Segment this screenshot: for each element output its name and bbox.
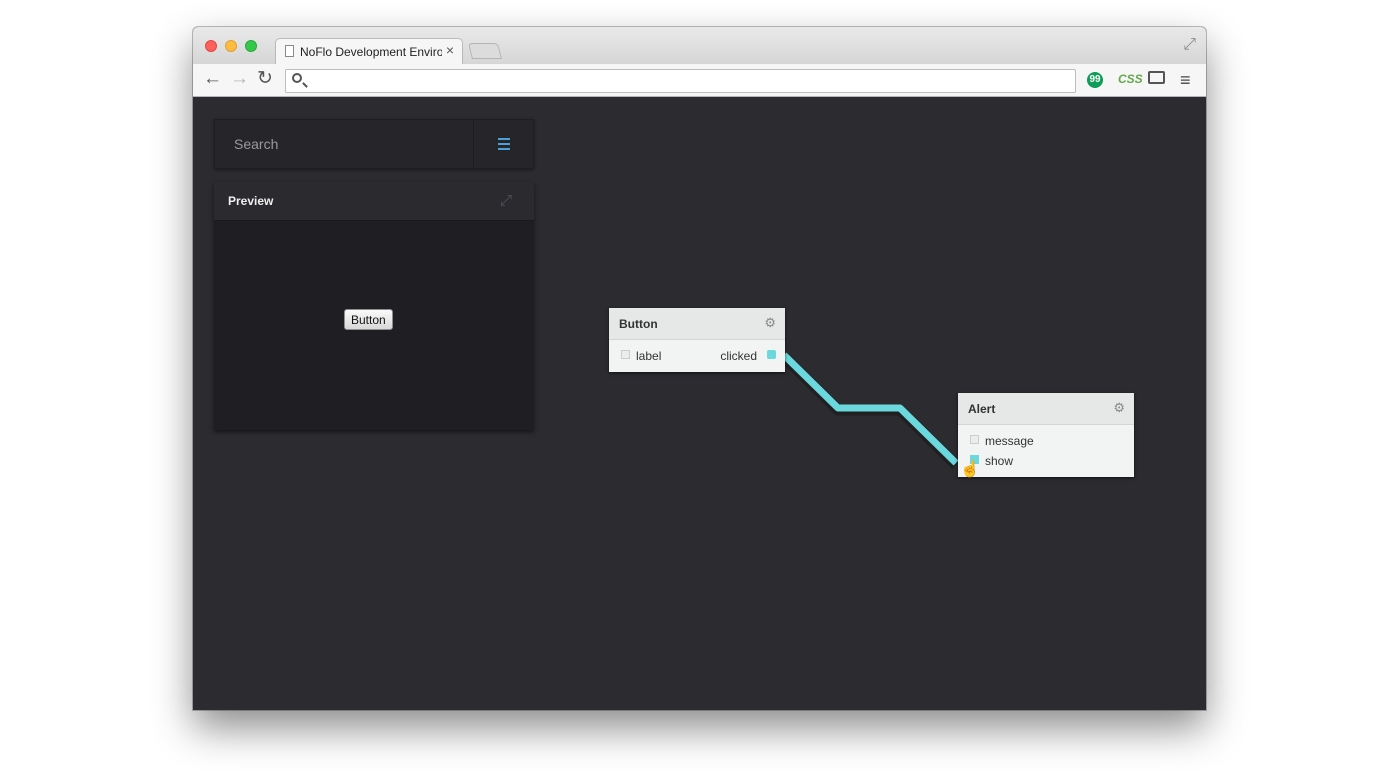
- inport-label: label: [636, 349, 662, 363]
- new-tab-button[interactable]: [468, 43, 502, 59]
- outport-clicked-handle[interactable]: [767, 350, 776, 359]
- outport-label: clicked: [720, 349, 757, 363]
- port-row: label clicked: [609, 346, 785, 366]
- node-ports: label clicked: [609, 340, 785, 372]
- node-alert[interactable]: Alert ⚙ message show: [958, 393, 1134, 477]
- preview-button[interactable]: Button: [344, 309, 393, 330]
- node-button[interactable]: Button ⚙ label clicked: [609, 308, 785, 372]
- expand-icon[interactable]: ⤢: [500, 192, 512, 209]
- inport-message-handle[interactable]: [970, 435, 979, 444]
- node-ports: message show: [958, 425, 1134, 477]
- preview-panel: Preview ⤢ Button: [214, 182, 534, 430]
- tab-close-icon[interactable]: ×: [446, 42, 454, 58]
- minimize-window-button[interactable]: [225, 40, 237, 52]
- reload-icon[interactable]: ↻: [257, 67, 273, 91]
- preview-title: Preview: [228, 194, 274, 208]
- browser-menu-icon[interactable]: ≡: [1180, 70, 1191, 91]
- gear-icon[interactable]: ⚙: [1113, 400, 1125, 416]
- zoom-window-button[interactable]: [245, 40, 257, 52]
- hand-cursor-icon: ☝: [960, 461, 980, 478]
- back-arrow-icon[interactable]: ←: [203, 67, 222, 91]
- preview-header: Preview ⤢: [214, 182, 534, 221]
- node-header[interactable]: Button ⚙: [609, 308, 785, 340]
- menu-button[interactable]: [473, 120, 533, 168]
- search-icon: [292, 73, 302, 83]
- hamburger-icon: [498, 148, 510, 150]
- close-window-button[interactable]: [205, 40, 217, 52]
- inport-label: show: [985, 454, 1014, 468]
- node-title: Button: [619, 317, 658, 331]
- hamburger-icon: [498, 143, 510, 145]
- port-row: show: [958, 451, 1134, 471]
- inport-label-handle[interactable]: [621, 350, 630, 359]
- cast-icon[interactable]: [1148, 71, 1165, 84]
- search-panel: [214, 119, 534, 169]
- hangouts-extension-icon[interactable]: 99: [1087, 72, 1103, 88]
- address-bar[interactable]: [285, 69, 1076, 93]
- browser-toolbar: ← → ↻ 99 CSS ≡: [193, 64, 1206, 97]
- page-icon: [285, 45, 294, 57]
- title-bar: NoFlo Development Environment × ⤢: [193, 27, 1206, 65]
- browser-window: NoFlo Development Environment × ⤢ ← → ↻ …: [193, 27, 1206, 710]
- css-extension-icon[interactable]: CSS: [1118, 72, 1143, 86]
- browser-tab[interactable]: NoFlo Development Environment ×: [275, 38, 463, 65]
- forward-arrow-icon[interactable]: →: [230, 67, 249, 91]
- node-header[interactable]: Alert ⚙: [958, 393, 1134, 425]
- noflo-editor: Preview ⤢ Button Button ⚙ label clicked: [193, 97, 1206, 710]
- node-title: Alert: [968, 402, 996, 416]
- inport-label: message: [985, 434, 1034, 448]
- search-input[interactable]: [215, 120, 474, 168]
- port-row: message: [958, 431, 1134, 451]
- fullscreen-icon[interactable]: ⤢: [1183, 36, 1196, 54]
- gear-icon[interactable]: ⚙: [764, 315, 776, 331]
- hamburger-icon: [498, 138, 510, 140]
- tab-title: NoFlo Development Environment: [300, 45, 442, 59]
